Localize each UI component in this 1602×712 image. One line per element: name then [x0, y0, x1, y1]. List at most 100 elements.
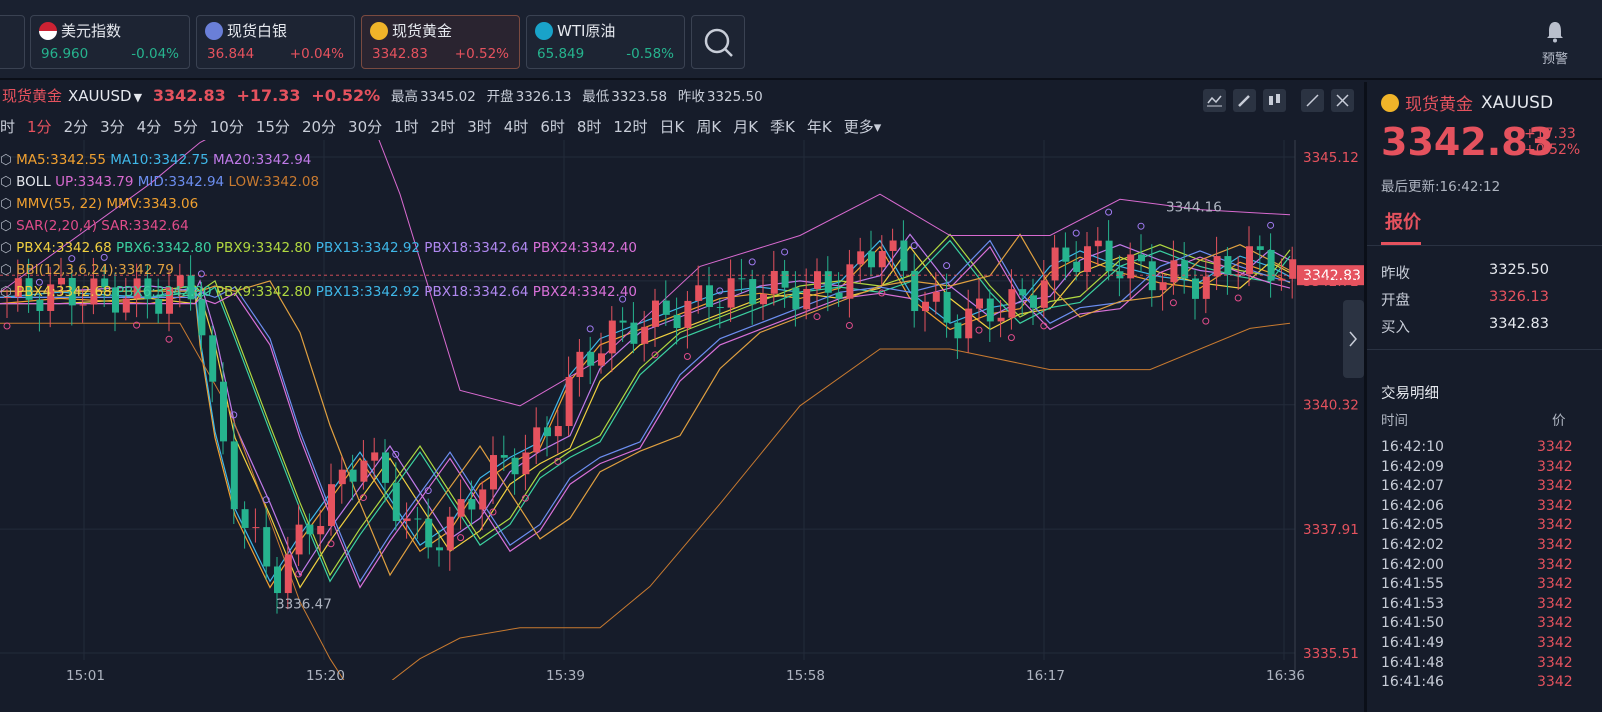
chevron-down-icon[interactable]: ▼	[134, 91, 142, 104]
prev-value: 3325.50	[706, 89, 763, 105]
sar-dot	[781, 248, 789, 256]
x-tick-label: 15:20	[306, 668, 345, 680]
candle-body	[1148, 261, 1156, 291]
alert-button[interactable]: 预警	[1535, 20, 1575, 67]
x-tick-label: 16:36	[1266, 668, 1305, 680]
candle-body	[284, 554, 292, 594]
ticker-silver[interactable]: 现货白银 36.844 +0.04%	[196, 15, 355, 69]
period-tab[interactable]: 时	[0, 116, 15, 137]
candle-body	[1192, 278, 1199, 299]
indicator-icon	[1207, 95, 1222, 107]
period-tab[interactable]: 3分	[100, 116, 125, 137]
candle-body	[306, 524, 314, 535]
period-tab[interactable]: 日K	[660, 116, 685, 137]
low-value: 3323.58	[611, 89, 668, 105]
candle-body	[198, 299, 206, 336]
ticker-wti-oil[interactable]: WTI原油 65.849 -0.58%	[526, 15, 685, 69]
period-tab[interactable]: 季K	[770, 116, 795, 137]
period-tab[interactable]: 15分	[256, 116, 290, 137]
trade-price: 3342	[1537, 439, 1573, 455]
legend-item: UP:3343.79	[55, 174, 138, 190]
period-tab[interactable]: 年K	[807, 116, 832, 137]
candle-body	[414, 518, 422, 520]
trade-price: 3342	[1537, 517, 1573, 534]
candle-body	[976, 298, 983, 309]
open-label: 开盘	[486, 89, 514, 105]
ticker-gold[interactable]: 现货黄金 3342.83 +0.52%	[361, 15, 520, 69]
settings-hex-icon[interactable]: ⬡	[0, 240, 16, 256]
settings-hex-icon[interactable]: ⬡	[0, 218, 16, 234]
candle-body	[1127, 254, 1135, 279]
period-tab[interactable]: 12时	[613, 116, 647, 137]
settings-hex-icon[interactable]: ⬡	[0, 152, 16, 168]
high-annotation: 3344.16	[1166, 200, 1222, 216]
period-tab[interactable]: 1分	[27, 116, 52, 137]
candle-body	[1170, 260, 1178, 283]
period-tab[interactable]: 2分	[64, 116, 89, 137]
draw-tool-button[interactable]	[1233, 89, 1256, 112]
period-tab[interactable]: 4分	[137, 116, 162, 137]
period-tab[interactable]: 4时	[504, 116, 529, 137]
candle-body	[1267, 249, 1275, 281]
legend-item: PBX13:3342.92	[315, 240, 425, 256]
period-tab[interactable]: 更多▾	[844, 116, 882, 137]
tab-quote[interactable]: 报价	[1385, 208, 1421, 234]
trade-time: 16:42:06	[1381, 497, 1444, 514]
period-tab[interactable]: 20分	[302, 116, 336, 137]
legend-item: MMV:3343.06	[106, 196, 199, 212]
period-tab[interactable]: 1时	[394, 116, 419, 137]
candle-body	[1084, 246, 1091, 273]
instrument-symbol[interactable]: XAUUSD	[68, 87, 132, 105]
close-chart-button[interactable]	[1331, 89, 1354, 112]
period-tab[interactable]: 8时	[577, 116, 602, 137]
period-tab[interactable]: 30分	[348, 116, 382, 137]
indicator-tool-button[interactable]	[1203, 89, 1226, 112]
trades-title: 交易明细	[1381, 386, 1439, 402]
settings-hex-icon[interactable]: ⬡	[0, 174, 16, 190]
sar-dot	[813, 313, 821, 321]
trade-time: 16:42:07	[1381, 478, 1444, 495]
settings-hex-icon[interactable]: ⬡	[0, 196, 16, 212]
trade-time: 16:42:09	[1381, 458, 1444, 475]
period-tab[interactable]: 10分	[210, 116, 244, 137]
candles-icon	[1269, 94, 1280, 105]
menu-stub-button[interactable]	[0, 15, 25, 69]
chart-type-button[interactable]	[1263, 89, 1286, 112]
legend-item: PBX4:3342.68	[16, 284, 116, 300]
legend-item: PBX13:3342.92	[315, 284, 425, 300]
candle-body	[392, 482, 400, 522]
candle-body	[1213, 256, 1221, 277]
period-tabs: 时 1分 2分 3分 4分 5分 10分 15分 20分 30分 1时 2时 3时 4时 6时 8时 12时 日K…	[0, 116, 893, 138]
period-tab[interactable]: 2时	[431, 116, 456, 137]
period-tab[interactable]: 周K	[696, 116, 721, 137]
quote-value: 3325.50	[1489, 262, 1549, 278]
period-tab[interactable]: 3时	[467, 116, 492, 137]
pencil-icon	[1238, 95, 1250, 107]
candle-body	[252, 527, 260, 529]
prev-label: 昨收	[677, 89, 705, 105]
legend-row-boll: ⬡ BOLL UP:3343.79 MID:3342.94 LOW:3342.0…	[0, 171, 637, 193]
settings-hex-icon[interactable]: ⬡	[0, 284, 16, 300]
ticker-usd-index[interactable]: 美元指数 96.960 -0.04%	[30, 15, 190, 69]
header-pct: +0.52%	[311, 86, 381, 105]
candle-body	[792, 287, 800, 310]
settings-hex-icon[interactable]: ⬡	[0, 262, 16, 278]
y-tick-label: 3335.51	[1303, 646, 1359, 662]
candle-body	[749, 279, 757, 305]
candle-body	[652, 300, 659, 327]
candle-body	[403, 518, 411, 522]
instrument-name[interactable]: 现货黄金	[2, 87, 62, 105]
candle-body	[878, 250, 886, 268]
candle-body	[943, 291, 951, 323]
search-button[interactable]	[691, 15, 745, 69]
candle-body	[587, 351, 595, 366]
collapse-panel-button[interactable]	[1343, 300, 1364, 378]
candle-body	[932, 291, 940, 302]
sar-dot	[910, 242, 918, 250]
fullscreen-button[interactable]	[1301, 89, 1324, 112]
period-tab[interactable]: 6时	[540, 116, 565, 137]
quote-value: 3342.83	[1489, 316, 1549, 332]
legend-item: MA10:3342.75	[110, 152, 213, 168]
period-tab[interactable]: 月K	[733, 116, 758, 137]
period-tab[interactable]: 5分	[173, 116, 198, 137]
